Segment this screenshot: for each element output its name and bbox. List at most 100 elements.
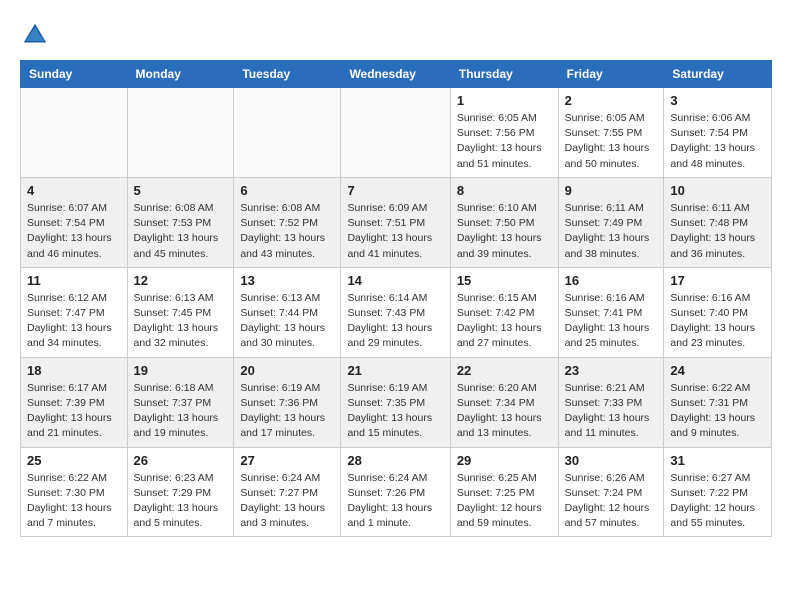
day-number: 20	[240, 363, 334, 378]
week-row-2: 4 Sunrise: 6:07 AM Sunset: 7:54 PM Daylig…	[21, 177, 772, 267]
calendar-cell: 20 Sunrise: 6:19 AM Sunset: 7:36 PM Dayli…	[234, 357, 341, 447]
cell-content: Sunrise: 6:20 AM Sunset: 7:34 PM Dayligh…	[457, 381, 552, 442]
cell-content: Sunrise: 6:27 AM Sunset: 7:22 PM Dayligh…	[670, 471, 765, 532]
cell-content: Sunrise: 6:05 AM Sunset: 7:55 PM Dayligh…	[565, 111, 658, 172]
calendar-cell: 25Sunrise: 6:22 AM Sunset: 7:30 PM Dayli…	[21, 447, 128, 537]
day-number: 24	[670, 363, 765, 378]
cell-content: Sunrise: 6:15 AM Sunset: 7:42 PM Dayligh…	[457, 291, 552, 352]
day-number: 7	[347, 183, 443, 198]
calendar-cell	[234, 88, 341, 178]
day-number: 18	[27, 363, 121, 378]
day-header-sunday: Sunday	[21, 61, 128, 88]
calendar-cell: 2 Sunrise: 6:05 AM Sunset: 7:55 PM Daylig…	[558, 88, 664, 178]
calendar-cell: 12 Sunrise: 6:13 AM Sunset: 7:45 PM Dayli…	[127, 267, 234, 357]
day-number: 13	[240, 273, 334, 288]
logo	[20, 20, 56, 50]
cell-content: Sunrise: 6:17 AM Sunset: 7:39 PM Dayligh…	[27, 381, 121, 442]
cell-content: Sunrise: 6:08 AM Sunset: 7:52 PM Dayligh…	[240, 201, 334, 262]
day-number: 8	[457, 183, 552, 198]
cell-content: Sunrise: 6:11 AM Sunset: 7:48 PM Dayligh…	[670, 201, 765, 262]
day-number: 17	[670, 273, 765, 288]
calendar-cell: 7 Sunrise: 6:09 AM Sunset: 7:51 PM Daylig…	[341, 177, 450, 267]
cell-content: Sunrise: 6:08 AM Sunset: 7:53 PM Dayligh…	[134, 201, 228, 262]
day-number: 21	[347, 363, 443, 378]
day-number: 23	[565, 363, 658, 378]
day-number: 14	[347, 273, 443, 288]
cell-content: Sunrise: 6:19 AM Sunset: 7:35 PM Dayligh…	[347, 381, 443, 442]
logo-icon	[20, 20, 50, 50]
day-number: 4	[27, 183, 121, 198]
calendar-cell: 31 Sunrise: 6:27 AM Sunset: 7:22 PM Dayli…	[664, 447, 772, 537]
calendar-cell: 3 Sunrise: 6:06 AM Sunset: 7:54 PM Daylig…	[664, 88, 772, 178]
calendar-cell: 27 Sunrise: 6:24 AM Sunset: 7:27 PM Dayli…	[234, 447, 341, 537]
calendar-cell: 1 Sunrise: 6:05 AM Sunset: 7:56 PM Daylig…	[450, 88, 558, 178]
calendar-cell	[21, 88, 128, 178]
calendar-table: SundayMondayTuesdayWednesdayThursdayFrid…	[20, 60, 772, 537]
day-header-wednesday: Wednesday	[341, 61, 450, 88]
day-number: 29	[457, 453, 552, 468]
calendar-cell: 14 Sunrise: 6:14 AM Sunset: 7:43 PM Dayli…	[341, 267, 450, 357]
calendar-cell: 26 Sunrise: 6:23 AM Sunset: 7:29 PM Dayli…	[127, 447, 234, 537]
day-number: 3	[670, 93, 765, 108]
day-number: 11	[27, 273, 121, 288]
cell-content: Sunrise: 6:07 AM Sunset: 7:54 PM Dayligh…	[27, 201, 121, 262]
day-number: 19	[134, 363, 228, 378]
cell-content: Sunrise: 6:14 AM Sunset: 7:43 PM Dayligh…	[347, 291, 443, 352]
cell-content: Sunrise: 6:23 AM Sunset: 7:29 PM Dayligh…	[134, 471, 228, 532]
cell-content: Sunrise: 6:24 AM Sunset: 7:27 PM Dayligh…	[240, 471, 334, 532]
cell-content: Sunrise: 6:05 AM Sunset: 7:56 PM Dayligh…	[457, 111, 552, 172]
cell-content: Sunrise: 6:06 AM Sunset: 7:54 PM Dayligh…	[670, 111, 765, 172]
calendar-cell: 10 Sunrise: 6:11 AM Sunset: 7:48 PM Dayli…	[664, 177, 772, 267]
calendar-cell: 13 Sunrise: 6:13 AM Sunset: 7:44 PM Dayli…	[234, 267, 341, 357]
cell-content: Sunrise: 6:26 AM Sunset: 7:24 PM Dayligh…	[565, 471, 658, 532]
cell-content: Sunrise: 6:25 AM Sunset: 7:25 PM Dayligh…	[457, 471, 552, 532]
cell-content: Sunrise: 6:21 AM Sunset: 7:33 PM Dayligh…	[565, 381, 658, 442]
day-number: 6	[240, 183, 334, 198]
day-number: 27	[240, 453, 334, 468]
calendar-cell: 22 Sunrise: 6:20 AM Sunset: 7:34 PM Dayli…	[450, 357, 558, 447]
day-number: 9	[565, 183, 658, 198]
day-number: 16	[565, 273, 658, 288]
day-number: 5	[134, 183, 228, 198]
day-number: 15	[457, 273, 552, 288]
cell-content: Sunrise: 6:18 AM Sunset: 7:37 PM Dayligh…	[134, 381, 228, 442]
cell-content: Sunrise: 6:16 AM Sunset: 7:40 PM Dayligh…	[670, 291, 765, 352]
calendar-cell: 8Sunrise: 6:10 AM Sunset: 7:50 PM Daylig…	[450, 177, 558, 267]
day-header-monday: Monday	[127, 61, 234, 88]
cell-content: Sunrise: 6:22 AM Sunset: 7:31 PM Dayligh…	[670, 381, 765, 442]
week-row-5: 25Sunrise: 6:22 AM Sunset: 7:30 PM Dayli…	[21, 447, 772, 537]
calendar-cell: 29 Sunrise: 6:25 AM Sunset: 7:25 PM Dayli…	[450, 447, 558, 537]
calendar-cell: 4 Sunrise: 6:07 AM Sunset: 7:54 PM Daylig…	[21, 177, 128, 267]
calendar-cell: 24 Sunrise: 6:22 AM Sunset: 7:31 PM Dayli…	[664, 357, 772, 447]
calendar-body: 1 Sunrise: 6:05 AM Sunset: 7:56 PM Daylig…	[21, 88, 772, 537]
day-number: 31	[670, 453, 765, 468]
calendar-cell: 30Sunrise: 6:26 AM Sunset: 7:24 PM Dayli…	[558, 447, 664, 537]
calendar-cell: 28Sunrise: 6:24 AM Sunset: 7:26 PM Dayli…	[341, 447, 450, 537]
day-header-tuesday: Tuesday	[234, 61, 341, 88]
day-number: 26	[134, 453, 228, 468]
cell-content: Sunrise: 6:24 AM Sunset: 7:26 PM Dayligh…	[347, 471, 443, 532]
calendar-cell: 19 Sunrise: 6:18 AM Sunset: 7:37 PM Dayli…	[127, 357, 234, 447]
calendar-cell: 11Sunrise: 6:12 AM Sunset: 7:47 PM Dayli…	[21, 267, 128, 357]
cell-content: Sunrise: 6:16 AM Sunset: 7:41 PM Dayligh…	[565, 291, 658, 352]
calendar-cell: 6 Sunrise: 6:08 AM Sunset: 7:52 PM Daylig…	[234, 177, 341, 267]
day-number: 2	[565, 93, 658, 108]
day-number: 1	[457, 93, 552, 108]
cell-content: Sunrise: 6:09 AM Sunset: 7:51 PM Dayligh…	[347, 201, 443, 262]
cell-content: Sunrise: 6:11 AM Sunset: 7:49 PM Dayligh…	[565, 201, 658, 262]
day-header-friday: Friday	[558, 61, 664, 88]
header	[20, 20, 772, 50]
day-number: 22	[457, 363, 552, 378]
calendar-cell: 17 Sunrise: 6:16 AM Sunset: 7:40 PM Dayli…	[664, 267, 772, 357]
day-number: 10	[670, 183, 765, 198]
cell-content: Sunrise: 6:19 AM Sunset: 7:36 PM Dayligh…	[240, 381, 334, 442]
calendar-header-row: SundayMondayTuesdayWednesdayThursdayFrid…	[21, 61, 772, 88]
cell-content: Sunrise: 6:13 AM Sunset: 7:44 PM Dayligh…	[240, 291, 334, 352]
day-number: 12	[134, 273, 228, 288]
calendar-cell	[127, 88, 234, 178]
cell-content: Sunrise: 6:13 AM Sunset: 7:45 PM Dayligh…	[134, 291, 228, 352]
day-header-saturday: Saturday	[664, 61, 772, 88]
calendar-cell: 23 Sunrise: 6:21 AM Sunset: 7:33 PM Dayli…	[558, 357, 664, 447]
calendar-cell: 21 Sunrise: 6:19 AM Sunset: 7:35 PM Dayli…	[341, 357, 450, 447]
day-header-thursday: Thursday	[450, 61, 558, 88]
